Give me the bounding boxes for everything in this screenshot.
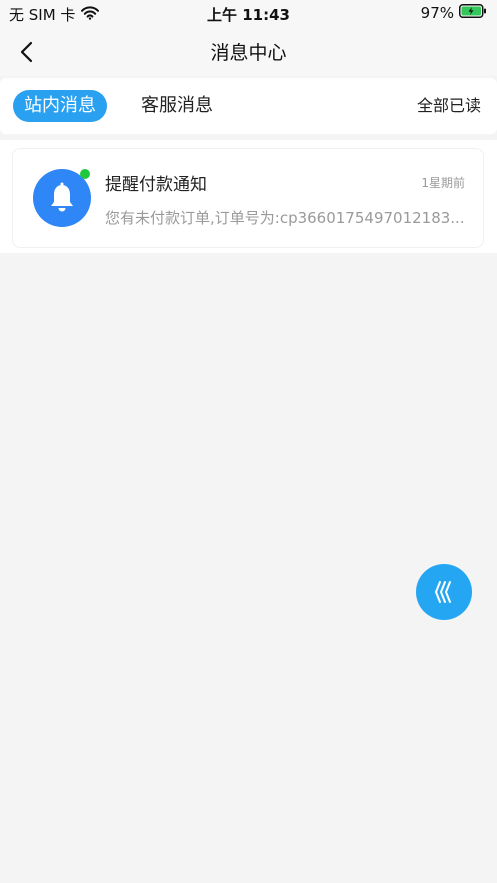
status-right: 97%: [421, 4, 487, 22]
status-bar: 无 SIM 卡 上午 11:43 97%: [0, 0, 497, 26]
message-preview: 您有未付款订单,订单号为:cp3660175497012183...: [105, 209, 465, 227]
message-time: 1星期前: [421, 176, 465, 190]
battery-icon: [459, 4, 487, 22]
mark-all-read-button[interactable]: 全部已读: [417, 90, 481, 122]
floating-action-button[interactable]: [416, 564, 472, 620]
message-card[interactable]: 提醒付款通知 1星期前 您有未付款订单,订单号为:cp3660175497012…: [12, 148, 484, 248]
triple-chevron-icon: [435, 581, 451, 603]
page-title: 消息中心: [210, 42, 287, 64]
message-tabs: 站内消息 客服消息 全部已读: [0, 78, 497, 134]
bell-icon: [51, 182, 73, 212]
tab-site-messages[interactable]: 站内消息: [13, 90, 107, 122]
battery-percent: 97%: [420, 4, 454, 22]
message-title: 提醒付款通知: [105, 175, 207, 195]
tab-service-messages[interactable]: 客服消息: [141, 90, 213, 122]
unread-dot: [80, 169, 90, 179]
message-list: 提醒付款通知 1星期前 您有未付款订单,订单号为:cp3660175497012…: [0, 140, 497, 253]
nav-bar: 消息中心: [0, 26, 497, 76]
